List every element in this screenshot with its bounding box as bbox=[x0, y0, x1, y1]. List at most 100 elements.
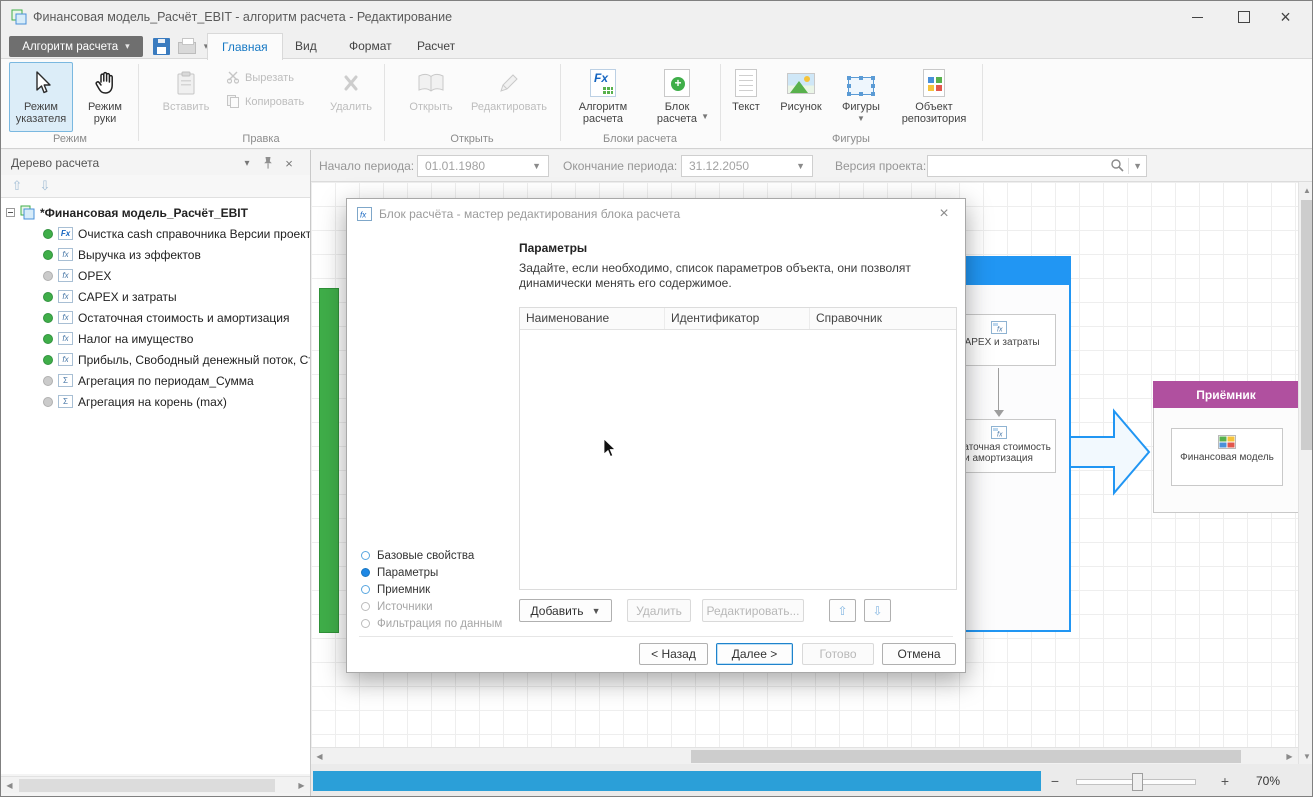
receiver-block[interactable]: Приёмник Финансовая модель bbox=[1153, 381, 1298, 513]
period-start-combo[interactable]: 01.01.1980 ▼ bbox=[417, 155, 549, 177]
zoom-out-button[interactable]: − bbox=[1046, 772, 1064, 790]
delete-button[interactable]: Удалить bbox=[324, 62, 378, 132]
tree-item[interactable]: fx OPEX bbox=[1, 265, 310, 286]
model-icon bbox=[20, 205, 35, 220]
flow-arrow[interactable] bbox=[1069, 407, 1153, 497]
minimize-button[interactable] bbox=[1175, 3, 1220, 31]
copy-button[interactable]: Копировать bbox=[226, 92, 304, 112]
zoom-slider-handle[interactable] bbox=[1132, 773, 1143, 791]
column-identifier[interactable]: Идентификатор bbox=[665, 308, 810, 329]
edit-button[interactable]: Редактировать... bbox=[702, 599, 804, 622]
green-block[interactable] bbox=[319, 288, 339, 633]
app-icon bbox=[11, 9, 27, 25]
picture-button[interactable]: Рисунок bbox=[772, 62, 830, 132]
edit-open-button[interactable]: Редактировать bbox=[468, 62, 550, 132]
save-button[interactable] bbox=[149, 36, 173, 57]
finish-button[interactable]: Готово bbox=[802, 643, 874, 665]
move-param-up-button[interactable]: ⇧ bbox=[829, 599, 856, 622]
panel-menu-button[interactable]: ▾ bbox=[238, 154, 256, 172]
scroll-up-icon[interactable]: ▲ bbox=[1299, 182, 1313, 198]
scroll-left-icon[interactable]: ◀ bbox=[1, 777, 18, 793]
cut-label: Вырезать bbox=[245, 72, 294, 84]
tree-item[interactable]: Σ Агрегация на корень (max) bbox=[1, 391, 310, 412]
column-name[interactable]: Наименование bbox=[520, 308, 665, 329]
remove-button[interactable]: Удалить bbox=[627, 599, 691, 622]
dialog-title-bar[interactable]: fx Блок расчёта - мастер редактирования … bbox=[347, 199, 965, 229]
tree-item[interactable]: Σ Агрегация по периодам_Сумма bbox=[1, 370, 310, 391]
maximize-button[interactable] bbox=[1221, 3, 1266, 31]
pin-icon[interactable] bbox=[259, 154, 277, 172]
tree-item[interactable]: Fx Очистка cash справочника Версии проек… bbox=[1, 223, 310, 244]
tree-item[interactable]: fx Остаточная стоимость и амортизация bbox=[1, 307, 310, 328]
tab-home[interactable]: Главная bbox=[207, 33, 283, 60]
move-param-down-button[interactable]: ⇩ bbox=[864, 599, 891, 622]
tab-format[interactable]: Формат bbox=[335, 33, 406, 59]
status-dot bbox=[43, 250, 53, 260]
hand-mode-button[interactable]: Режим руки bbox=[77, 62, 133, 132]
project-version-input[interactable] bbox=[935, 159, 1110, 173]
algorithm-label: Алгоритм расчета bbox=[567, 101, 639, 125]
tree-h-scrollbar[interactable]: ◀ ▶ bbox=[1, 776, 310, 793]
zoom-slider[interactable] bbox=[1076, 779, 1196, 785]
tree-root-label: *Финансовая модель_Расчёт_EBIT bbox=[40, 206, 248, 220]
move-down-button[interactable]: ⇩ bbox=[33, 177, 57, 196]
period-end-combo[interactable]: 31.12.2050 ▼ bbox=[681, 155, 813, 177]
algorithm-menu-button[interactable]: Алгоритм расчета ▾ bbox=[9, 36, 143, 57]
scrollbar-thumb[interactable] bbox=[19, 779, 275, 792]
algorithm-button[interactable]: Fx Алгоритм расчета bbox=[566, 62, 640, 132]
group-label-open: Открыть bbox=[386, 133, 558, 145]
cancel-button[interactable]: Отмена bbox=[882, 643, 956, 665]
pointer-mode-button[interactable]: Режим указателя bbox=[9, 62, 73, 132]
wizard-step-sources[interactable]: Источники bbox=[361, 598, 513, 615]
collapse-expander-icon[interactable] bbox=[6, 208, 15, 217]
step-label: Параметры bbox=[377, 567, 438, 579]
add-button[interactable]: Добавить ▼ bbox=[519, 599, 612, 622]
shapes-button[interactable]: Фигуры ▼ bbox=[834, 62, 888, 132]
next-button[interactable]: Далее > bbox=[716, 643, 793, 665]
close-button[interactable] bbox=[1263, 3, 1308, 31]
tab-calc[interactable]: Расчет bbox=[403, 33, 469, 59]
tree-item[interactable]: fx CAPEX и затраты bbox=[1, 286, 310, 307]
wizard-step-basic[interactable]: Базовые свойства bbox=[361, 547, 513, 564]
period-bar: Начало периода: 01.01.1980 ▼ Окончание п… bbox=[311, 150, 1313, 182]
panel-close-icon[interactable]: × bbox=[280, 154, 298, 172]
back-button[interactable]: < Назад bbox=[639, 643, 708, 665]
move-up-button[interactable]: ⇧ bbox=[5, 177, 29, 196]
scroll-right-icon[interactable]: ▶ bbox=[1281, 748, 1298, 764]
tree-item[interactable]: fx Выручка из эффектов bbox=[1, 244, 310, 265]
scissors-icon bbox=[226, 70, 240, 87]
open-button[interactable]: Открыть bbox=[400, 62, 462, 132]
tree-item[interactable]: fx Налог на имущество bbox=[1, 328, 310, 349]
scroll-down-icon[interactable]: ▼ bbox=[1299, 748, 1313, 764]
ribbon-group-edit: Вставить Вырезать Копировать Удалить bbox=[140, 59, 382, 148]
tab-calc-label: Расчет bbox=[417, 39, 455, 53]
wizard-step-parameters[interactable]: Параметры bbox=[361, 564, 513, 581]
repository-object-button[interactable]: Объект репозитория bbox=[892, 62, 976, 132]
sigma-icon: Σ bbox=[58, 374, 73, 387]
column-dictionary[interactable]: Справочник bbox=[810, 308, 956, 329]
calc-block-button[interactable]: + Блок расчета ▼ bbox=[644, 62, 710, 132]
cut-button[interactable]: Вырезать bbox=[226, 68, 294, 88]
scrollbar-thumb[interactable] bbox=[1301, 200, 1313, 450]
project-version-combo[interactable]: ▼ bbox=[927, 155, 1147, 177]
wizard-step-receiver[interactable]: Приемник bbox=[361, 581, 513, 598]
wizard-step-filtering[interactable]: Фильтрация по данным bbox=[361, 615, 513, 632]
scroll-left-icon[interactable]: ◀ bbox=[311, 748, 328, 764]
tab-view[interactable]: Вид bbox=[281, 33, 331, 59]
chevron-down-icon: ▼ bbox=[857, 116, 865, 122]
scrollbar-thumb[interactable] bbox=[691, 750, 1241, 763]
paste-button[interactable]: Вставить bbox=[156, 62, 216, 132]
print-button[interactable] bbox=[175, 36, 199, 57]
financial-model-item[interactable]: Финансовая модель bbox=[1171, 428, 1283, 486]
tree-item[interactable]: fx Прибыль, Свободный денежный поток, Ст… bbox=[1, 349, 310, 370]
tree-root[interactable]: *Финансовая модель_Расчёт_EBIT bbox=[1, 202, 310, 223]
canvas-h-scrollbar[interactable]: ◀ ▶ bbox=[311, 747, 1298, 764]
text-button[interactable]: Текст bbox=[724, 62, 768, 132]
dialog-close-icon[interactable]: × bbox=[933, 203, 955, 225]
fx-algorithm-icon: Fx bbox=[590, 68, 616, 98]
zoom-in-button[interactable]: + bbox=[1216, 772, 1234, 790]
scroll-right-icon[interactable]: ▶ bbox=[293, 777, 310, 793]
ribbon-separator bbox=[384, 64, 385, 141]
canvas-v-scrollbar[interactable]: ▲ ▼ bbox=[1298, 182, 1313, 764]
ribbon-group-open: Открыть Редактировать Открыть bbox=[386, 59, 558, 148]
